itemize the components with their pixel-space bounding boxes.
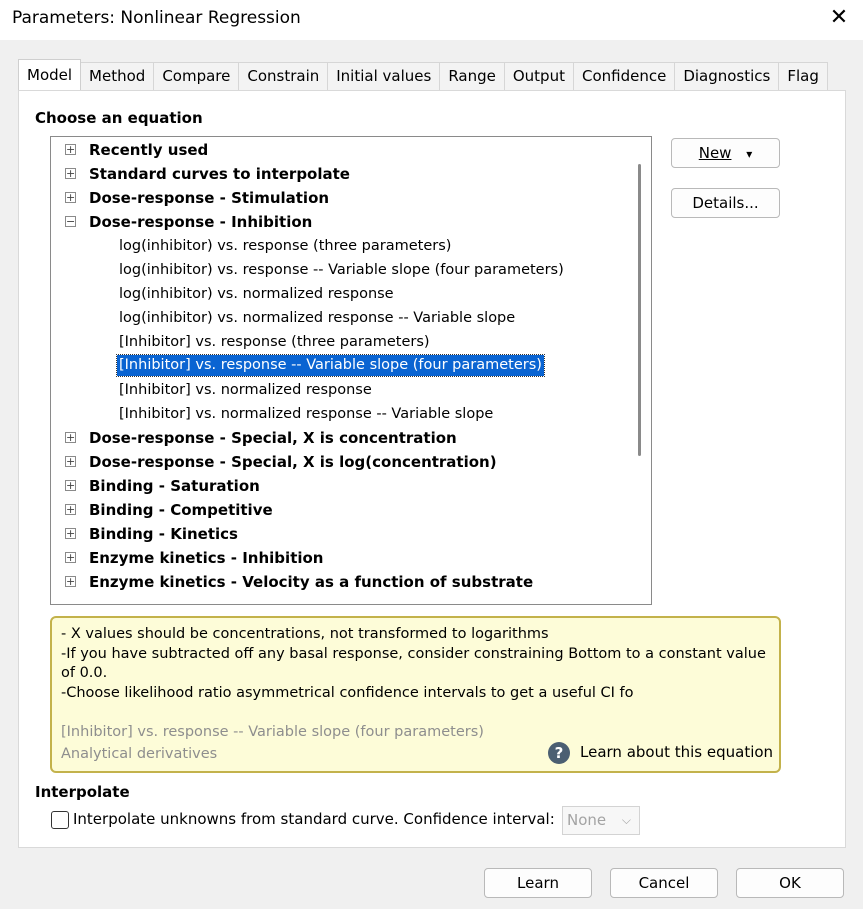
learn-button[interactable]: Learn [484,868,592,898]
group-label: Dose-response - Special, X is concentrat… [89,429,457,447]
group-label: Standard curves to interpolate [89,165,350,183]
equation-tree[interactable]: + Recently used + Standard curves to int… [50,136,652,605]
tree-item[interactable]: log(inhibitor) vs. response -- Variable … [51,258,631,282]
expand-icon[interactable]: + [65,144,76,155]
tree-item[interactable]: log(inhibitor) vs. response (three param… [51,234,631,258]
equation-label: [Inhibitor] vs. response (three paramete… [119,334,430,350]
note-line: -If you have subtracted off any basal re… [61,646,766,662]
tab-range[interactable]: Range [439,62,505,90]
tab-method[interactable]: Method [80,62,155,90]
details-button[interactable]: Details... [671,188,780,218]
equation-label: log(inhibitor) vs. normalized response -… [119,310,516,326]
group-label: Dose-response - Stimulation [89,189,330,207]
tab-flag[interactable]: Flag [778,62,828,90]
ok-button[interactable]: OK [736,868,844,898]
group-label: Enzyme kinetics - Inhibition [89,549,324,567]
chevron-down-icon: ⌵ [621,813,631,827]
tree-item[interactable]: [Inhibitor] vs. normalized response [51,378,631,402]
tree-item[interactable]: log(inhibitor) vs. normalized response -… [51,306,631,330]
group-label: Binding - Saturation [89,477,260,495]
help-icon[interactable]: ? [548,742,570,764]
tab-diagnostics[interactable]: Diagnostics [674,62,780,90]
note-line: of 0.0. [61,665,108,681]
equation-notes-box: - X values should be concentrations, not… [50,616,781,773]
group-label: Enzyme kinetics - Velocity as a function… [89,573,534,591]
tab-initial-values[interactable]: Initial values [327,62,441,90]
cancel-button[interactable]: Cancel [610,868,718,898]
new-button-label: New [698,144,732,162]
group-label: Binding - Competitive [89,501,273,519]
group-label: Dose-response - Special, X is log(concen… [89,453,497,471]
expand-icon[interactable]: + [65,168,76,179]
select-value: None [567,811,607,829]
derivatives-note: Analytical derivatives [61,746,218,762]
tab-compare[interactable]: Compare [153,62,240,90]
group-label: Dose-response - Inhibition [89,213,313,231]
confidence-interval-select[interactable]: None ⌵ [562,806,640,835]
tab-strip: Model Method Compare Constrain Initial v… [18,59,828,90]
tab-confidence[interactable]: Confidence [572,62,676,90]
group-label: Binding - Kinetics [89,525,238,543]
equation-label: log(inhibitor) vs. response -- Variable … [119,262,564,278]
tree-item[interactable]: [Inhibitor] vs. response (three paramete… [51,330,631,354]
tab-model[interactable]: Model [18,59,82,90]
expand-icon[interactable]: + [65,576,76,587]
tab-constrain[interactable]: Constrain [238,62,329,90]
equation-name: [Inhibitor] vs. response -- Variable slo… [61,724,484,740]
expand-icon[interactable]: + [65,192,76,203]
learn-about-equation-link[interactable]: Learn about this equation [580,743,773,761]
group-label: Recently used [89,141,209,159]
title-bar: Parameters: Nonlinear Regression ✕ [0,0,863,40]
expand-icon[interactable]: + [65,552,76,563]
expand-icon[interactable]: + [65,504,76,515]
dropdown-arrow-icon: ▾ [746,147,753,161]
equation-label: [Inhibitor] vs. normalized response [119,382,372,398]
close-icon[interactable]: ✕ [829,6,849,30]
note-line: - X values should be concentrations, not… [61,626,549,642]
choose-equation-heading: Choose an equation [35,109,203,127]
tree-item[interactable]: [Inhibitor] vs. normalized response -- V… [51,402,631,426]
equation-label: log(inhibitor) vs. response (three param… [119,238,452,254]
tree-item-selected[interactable]: [Inhibitor] vs. response -- Variable slo… [51,354,631,378]
expand-icon[interactable]: + [65,480,76,491]
tree-scrollbar[interactable] [638,164,641,456]
interpolate-checkbox[interactable] [51,811,69,829]
equation-label: [Inhibitor] vs. normalized response -- V… [119,406,494,422]
new-button[interactable]: New ▾ [671,138,780,168]
interpolate-checkbox-label[interactable]: Interpolate unknowns from standard curve… [73,810,555,828]
equation-label-selected: [Inhibitor] vs. response -- Variable slo… [116,354,545,377]
expand-icon[interactable]: + [65,528,76,539]
equation-label: log(inhibitor) vs. normalized response [119,286,394,302]
window-title: Parameters: Nonlinear Regression [12,8,301,28]
collapse-icon[interactable]: − [65,216,76,227]
interpolate-heading: Interpolate [35,783,130,801]
tab-output[interactable]: Output [503,62,574,90]
note-line: -Choose likelihood ratio asymmetrical co… [61,685,634,701]
expand-icon[interactable]: + [65,432,76,443]
expand-icon[interactable]: + [65,456,76,467]
tree-item[interactable]: log(inhibitor) vs. normalized response [51,282,631,306]
